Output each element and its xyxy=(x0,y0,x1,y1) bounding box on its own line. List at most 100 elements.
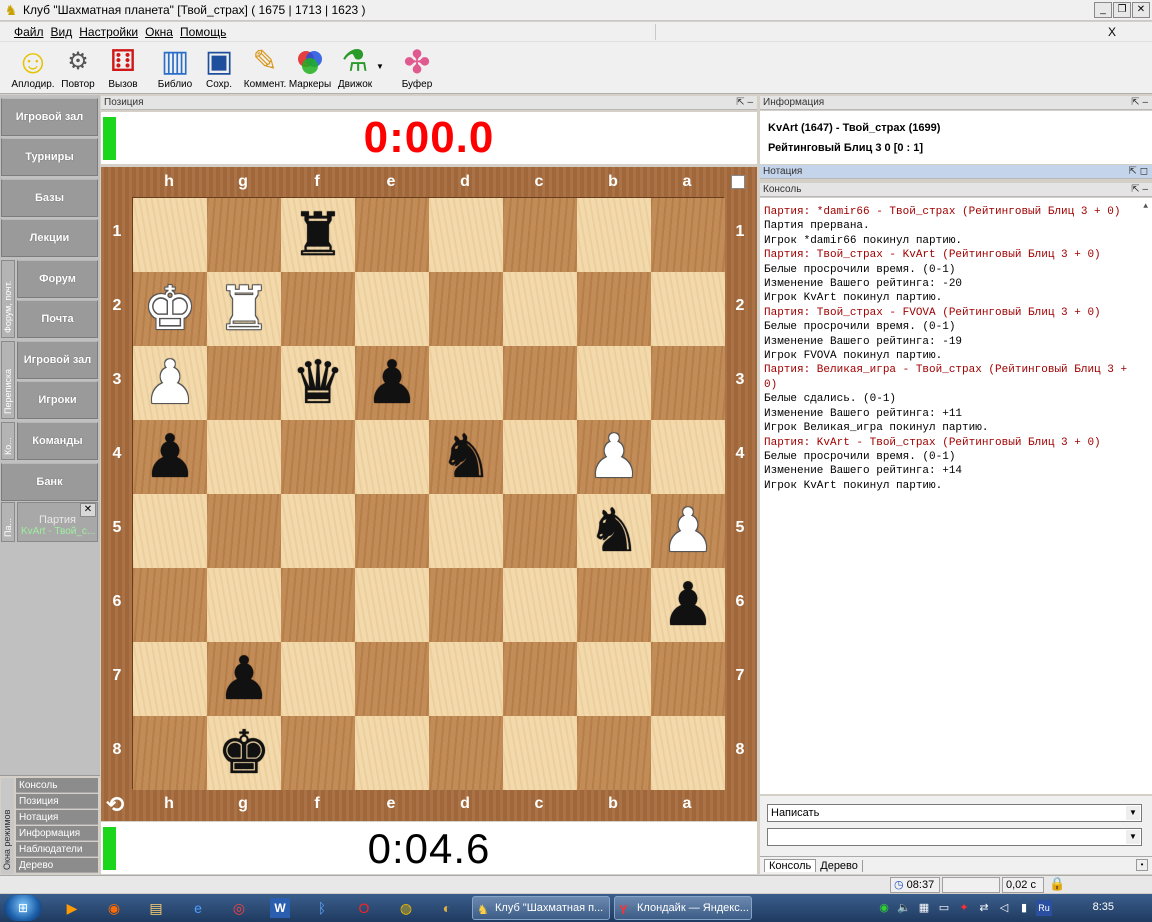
opera-icon[interactable]: O xyxy=(354,898,374,918)
white-piece[interactable]: ♟ xyxy=(661,501,715,561)
board-square[interactable] xyxy=(651,716,725,790)
board-square[interactable] xyxy=(429,568,503,642)
comment-button[interactable]: ✎ Коммент. xyxy=(240,46,290,91)
ie-icon[interactable]: e xyxy=(188,898,208,918)
black-piece[interactable]: ♟ xyxy=(365,353,419,413)
board-square[interactable] xyxy=(207,568,281,642)
mode-observers[interactable]: Наблюдатели xyxy=(16,842,98,857)
board-square[interactable] xyxy=(355,568,429,642)
black-piece[interactable]: ♟ xyxy=(217,649,271,709)
board-square[interactable] xyxy=(281,568,355,642)
minimize-button[interactable]: _ xyxy=(1094,2,1112,18)
flip-board-icon[interactable]: ⟲ xyxy=(106,792,124,818)
mode-notation[interactable]: Нотация xyxy=(16,810,98,825)
board-square[interactable] xyxy=(207,494,281,568)
speaker-icon[interactable]: ◁ xyxy=(996,900,1012,916)
buffer-button[interactable]: ✤ Буфер xyxy=(392,46,442,90)
menu-file[interactable]: Файл xyxy=(14,25,44,39)
nav-tournaments[interactable]: Турниры xyxy=(1,138,98,176)
board-square[interactable] xyxy=(503,568,577,642)
board-square[interactable]: ♚ xyxy=(207,716,281,790)
board-square[interactable]: ♜ xyxy=(281,198,355,272)
board-square[interactable] xyxy=(281,642,355,716)
board-square[interactable] xyxy=(355,716,429,790)
board-square[interactable] xyxy=(133,642,207,716)
nav-bank[interactable]: Банк xyxy=(1,463,98,501)
board-square[interactable] xyxy=(429,716,503,790)
board-square[interactable] xyxy=(133,568,207,642)
menu-close-button[interactable]: X xyxy=(1108,25,1116,39)
chat-message-input[interactable]: ▼ xyxy=(767,828,1142,846)
board-square[interactable]: ♟ xyxy=(651,568,725,642)
signal-icon[interactable]: ▮ xyxy=(1016,900,1032,916)
nav-game-hall[interactable]: Игровой зал xyxy=(1,98,98,136)
acrobat-icon[interactable]: ✦ xyxy=(956,900,972,916)
board-square[interactable] xyxy=(355,494,429,568)
board-square[interactable] xyxy=(503,272,577,346)
network-icon[interactable]: ▦ xyxy=(916,900,932,916)
board-square[interactable] xyxy=(577,346,651,420)
white-piece[interactable]: ♟ xyxy=(587,427,641,487)
chat-mode-select[interactable]: Написать ▼ xyxy=(767,804,1142,822)
black-piece[interactable]: ♞ xyxy=(587,501,641,561)
board-square[interactable] xyxy=(207,420,281,494)
board-square[interactable] xyxy=(651,198,725,272)
vtab-party[interactable]: Па... xyxy=(1,502,15,542)
nav-corr-game-hall[interactable]: Игровой зал xyxy=(17,341,98,379)
board-square[interactable]: ♟ xyxy=(355,346,429,420)
console-log[interactable]: ▲ Партия: *damir66 - Твой_страх (Рейтинг… xyxy=(760,198,1152,794)
white-piece[interactable]: ♚ xyxy=(143,279,197,339)
white-piece[interactable]: ♜ xyxy=(217,279,271,339)
board-square[interactable] xyxy=(281,716,355,790)
task-yandex-browser[interactable]: Y Клондайк — Яндекс... xyxy=(614,896,752,920)
board-square[interactable] xyxy=(355,420,429,494)
maximize-button[interactable]: ❐ xyxy=(1113,2,1131,18)
save-button[interactable]: ▣ Сохр. xyxy=(194,46,244,91)
usb-icon[interactable]: ⇄ xyxy=(976,900,992,916)
board-square[interactable] xyxy=(651,642,725,716)
board-square[interactable] xyxy=(577,642,651,716)
board-square[interactable] xyxy=(133,494,207,568)
word-icon[interactable]: W xyxy=(270,898,290,918)
engine-dropdown-arrow[interactable]: ▼ xyxy=(376,62,384,71)
tabs-menu-button[interactable]: • xyxy=(1136,859,1148,871)
board-square[interactable] xyxy=(207,346,281,420)
board-square[interactable] xyxy=(281,272,355,346)
board-square[interactable] xyxy=(355,272,429,346)
board-square[interactable] xyxy=(503,494,577,568)
challenge-button[interactable]: ⚅ Вызов xyxy=(98,46,148,91)
replay-button[interactable]: ⚙ Повтор xyxy=(53,46,103,90)
task-chess-club[interactable]: ♞ Клуб "Шахматная п... xyxy=(472,896,610,920)
firefox-icon[interactable]: ◉ xyxy=(104,898,124,918)
board-square[interactable]: ♟ xyxy=(133,346,207,420)
board-square[interactable] xyxy=(503,420,577,494)
nav-players[interactable]: Игроки xyxy=(17,381,98,419)
tab-tree[interactable]: Дерево xyxy=(816,859,863,872)
board-square[interactable]: ♞ xyxy=(429,420,503,494)
board-square[interactable] xyxy=(503,346,577,420)
board-square[interactable]: ♛ xyxy=(281,346,355,420)
board-square[interactable] xyxy=(429,346,503,420)
board-square[interactable] xyxy=(133,716,207,790)
tab-console[interactable]: Консоль xyxy=(764,859,817,872)
board-square[interactable] xyxy=(429,272,503,346)
chrome-icon[interactable]: ◍ xyxy=(396,898,416,918)
board-square[interactable] xyxy=(281,494,355,568)
board-square[interactable] xyxy=(429,642,503,716)
nav-databases[interactable]: Базы xyxy=(1,179,98,217)
close-window-button[interactable]: ✕ xyxy=(1132,2,1150,18)
chess-board[interactable]: ♜ ♚ ♜ ♟ ♛ ♟ ♟ ♞ ♟ ♞ ♟ ♟ ♟ ♚ xyxy=(132,197,725,790)
board-square[interactable] xyxy=(577,198,651,272)
media-player-icon[interactable]: ▶ xyxy=(62,898,82,918)
board-corner-toggle[interactable] xyxy=(731,175,745,189)
black-piece[interactable]: ♚ xyxy=(217,723,271,783)
start-button[interactable]: ⊞ xyxy=(4,895,42,921)
white-piece[interactable]: ♟ xyxy=(143,353,197,413)
board-square[interactable] xyxy=(651,346,725,420)
language-indicator[interactable]: Ru xyxy=(1036,900,1052,916)
board-square[interactable]: ♟ xyxy=(651,494,725,568)
engine-button[interactable]: ⚗ Движок xyxy=(330,46,380,91)
board-square[interactable] xyxy=(429,494,503,568)
menu-help[interactable]: Помощь xyxy=(180,25,226,39)
board-square[interactable] xyxy=(355,198,429,272)
